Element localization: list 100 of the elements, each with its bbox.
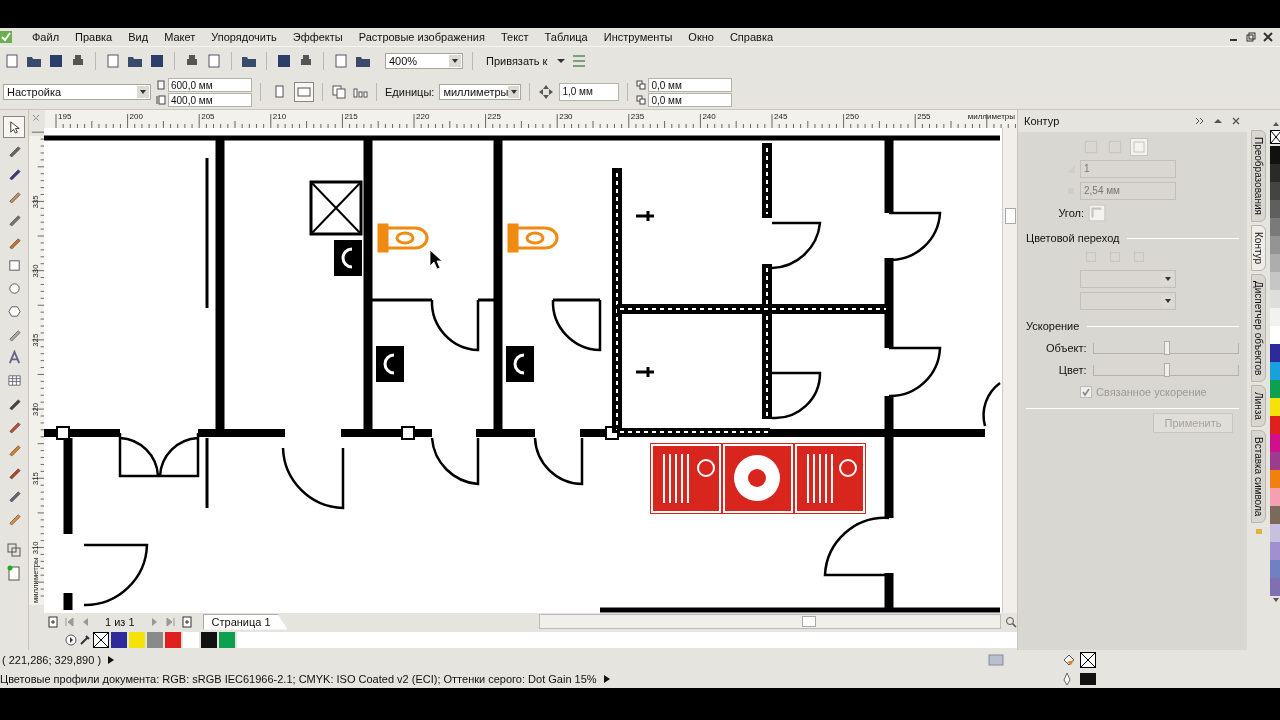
no-color-swatch[interactable] xyxy=(1270,128,1280,146)
color-swatch[interactable] xyxy=(1270,506,1280,524)
menu-item[interactable]: Эффекты xyxy=(284,31,351,43)
close-icon[interactable] xyxy=(1263,32,1273,42)
palette-flyout-icon[interactable] xyxy=(65,634,77,646)
color-swatch[interactable] xyxy=(1270,488,1280,506)
close-icon[interactable] xyxy=(1231,116,1241,126)
color-swatch[interactable] xyxy=(111,632,127,648)
menu-item[interactable]: Окно xyxy=(680,31,722,43)
color-swatch[interactable] xyxy=(1270,560,1280,578)
color-swatch[interactable] xyxy=(1270,308,1280,326)
add-page-icon[interactable] xyxy=(180,615,193,628)
menu-item[interactable]: Файл xyxy=(24,31,68,43)
menu-item[interactable]: Растровые изображения xyxy=(350,31,493,43)
color-swatch[interactable] xyxy=(1270,434,1280,452)
scroll-up-icon[interactable] xyxy=(1271,120,1280,128)
page-tab[interactable]: Страница 1 xyxy=(202,613,288,630)
menu-item[interactable]: Текст xyxy=(492,31,537,43)
snap-to-dropdown[interactable]: Привязать к xyxy=(482,55,552,67)
color-swatch[interactable] xyxy=(1270,362,1280,380)
zoom-icon[interactable] xyxy=(1005,615,1017,628)
color-swatch[interactable] xyxy=(1270,254,1280,272)
color-swatch[interactable] xyxy=(183,632,199,648)
horizontal-scrollbar[interactable] xyxy=(539,614,1001,629)
color-swatch[interactable] xyxy=(1270,380,1280,398)
color-swatch[interactable] xyxy=(1270,164,1280,182)
eyedropper-icon[interactable] xyxy=(79,634,91,646)
duplicate-y-field[interactable]: 0,0 мм xyxy=(648,92,733,107)
color-swatch[interactable] xyxy=(1270,200,1280,218)
nudge-field[interactable]: 1,0 мм xyxy=(559,83,620,101)
menu-item[interactable]: Макет xyxy=(156,31,204,43)
corner-icon[interactable] xyxy=(1088,204,1106,222)
color-swatch[interactable] xyxy=(1270,272,1280,290)
color-swatch[interactable] xyxy=(1270,398,1280,416)
options-icon[interactable] xyxy=(571,53,588,69)
docker-tab[interactable]: Диспетчер объектов xyxy=(1251,274,1266,383)
ruler-label: 195 xyxy=(58,112,72,121)
menu-item[interactable]: Упорядочить xyxy=(203,31,285,43)
slider-thumb[interactable] xyxy=(1163,340,1170,355)
color-swatch[interactable] xyxy=(1270,416,1280,434)
expand-icon[interactable] xyxy=(1195,116,1205,126)
color-swatch[interactable] xyxy=(1270,470,1280,488)
duplicate-x-icon xyxy=(636,79,647,90)
color-swatch[interactable] xyxy=(1270,452,1280,470)
restore-icon[interactable] xyxy=(1246,32,1256,42)
docker-tab[interactable]: Линза xyxy=(1251,385,1266,428)
acceleration-slider[interactable] xyxy=(1092,342,1239,354)
color-swatch[interactable] xyxy=(129,632,145,648)
color-swatch[interactable] xyxy=(219,632,235,648)
section-heading: Цветовой переход xyxy=(1026,232,1120,244)
color-swatch[interactable] xyxy=(1270,146,1280,164)
color-swatch[interactable] xyxy=(165,632,181,648)
color-swatch[interactable] xyxy=(201,632,217,648)
color-swatch[interactable] xyxy=(1270,326,1280,344)
expand-arrow-icon[interactable] xyxy=(107,654,116,665)
slider-thumb[interactable] xyxy=(1163,362,1170,377)
color-swatch[interactable] xyxy=(1270,542,1280,560)
color-swatch[interactable] xyxy=(147,632,163,648)
expand-arrow-icon[interactable] xyxy=(602,673,611,684)
all-pages-icon[interactable] xyxy=(331,84,347,100)
nudge-icon xyxy=(538,84,555,100)
new-document-icon[interactable] xyxy=(4,53,20,69)
new-page-icon[interactable] xyxy=(6,565,22,581)
color-swatch[interactable] xyxy=(1270,344,1280,362)
line-position-icon[interactable] xyxy=(1130,138,1148,156)
color-swatch[interactable] xyxy=(1270,578,1280,596)
acceleration-slider[interactable] xyxy=(1092,364,1239,376)
save-icon[interactable] xyxy=(48,53,64,69)
menu-item[interactable]: Правка xyxy=(67,31,121,43)
menu-item[interactable]: Инструменты xyxy=(595,31,681,43)
page-width-field[interactable]: 600,0 мм xyxy=(168,77,252,92)
units-label: Единицы: xyxy=(385,86,435,98)
color-swatch[interactable] xyxy=(1270,524,1280,542)
color-swatch[interactable] xyxy=(1270,290,1280,308)
no-color-swatch[interactable] xyxy=(93,632,109,648)
menu-item[interactable]: Справка xyxy=(721,31,782,43)
docker-tab[interactable]: Преобразования xyxy=(1251,130,1266,222)
menu-item[interactable]: Вид xyxy=(120,31,157,43)
preset-dropdown[interactable]: Настройка xyxy=(3,84,151,100)
vertical-scrollbar[interactable] xyxy=(1002,128,1017,613)
ruler-label: 245 xyxy=(774,112,788,121)
ruler-label: 220 xyxy=(416,112,430,121)
no-fill-swatch xyxy=(1080,651,1096,668)
docker-tab[interactable]: Контур xyxy=(1251,224,1266,271)
add-page-icon[interactable] xyxy=(47,615,59,628)
units-dropdown[interactable]: миллиметры xyxy=(439,84,522,100)
object-manager-icon[interactable] xyxy=(6,542,22,558)
toilet-icon xyxy=(377,223,429,253)
pointer-tool-icon[interactable] xyxy=(3,116,25,138)
duplicate-x-field[interactable]: 0,0 мм xyxy=(648,77,733,92)
color-swatch[interactable] xyxy=(1270,236,1280,254)
color-swatch[interactable] xyxy=(1270,218,1280,236)
page-height-field[interactable]: 400,0 мм xyxy=(168,92,252,107)
collapse-icon[interactable] xyxy=(1213,116,1223,126)
zoom-dropdown[interactable]: 400% xyxy=(385,53,463,69)
color-swatch[interactable] xyxy=(1270,182,1280,200)
ruler-label: 210 xyxy=(272,112,287,121)
docker-tab[interactable]: Вставка символа xyxy=(1251,430,1266,524)
caret-icon[interactable] xyxy=(557,57,566,65)
menu-item[interactable]: Таблица xyxy=(536,31,596,43)
